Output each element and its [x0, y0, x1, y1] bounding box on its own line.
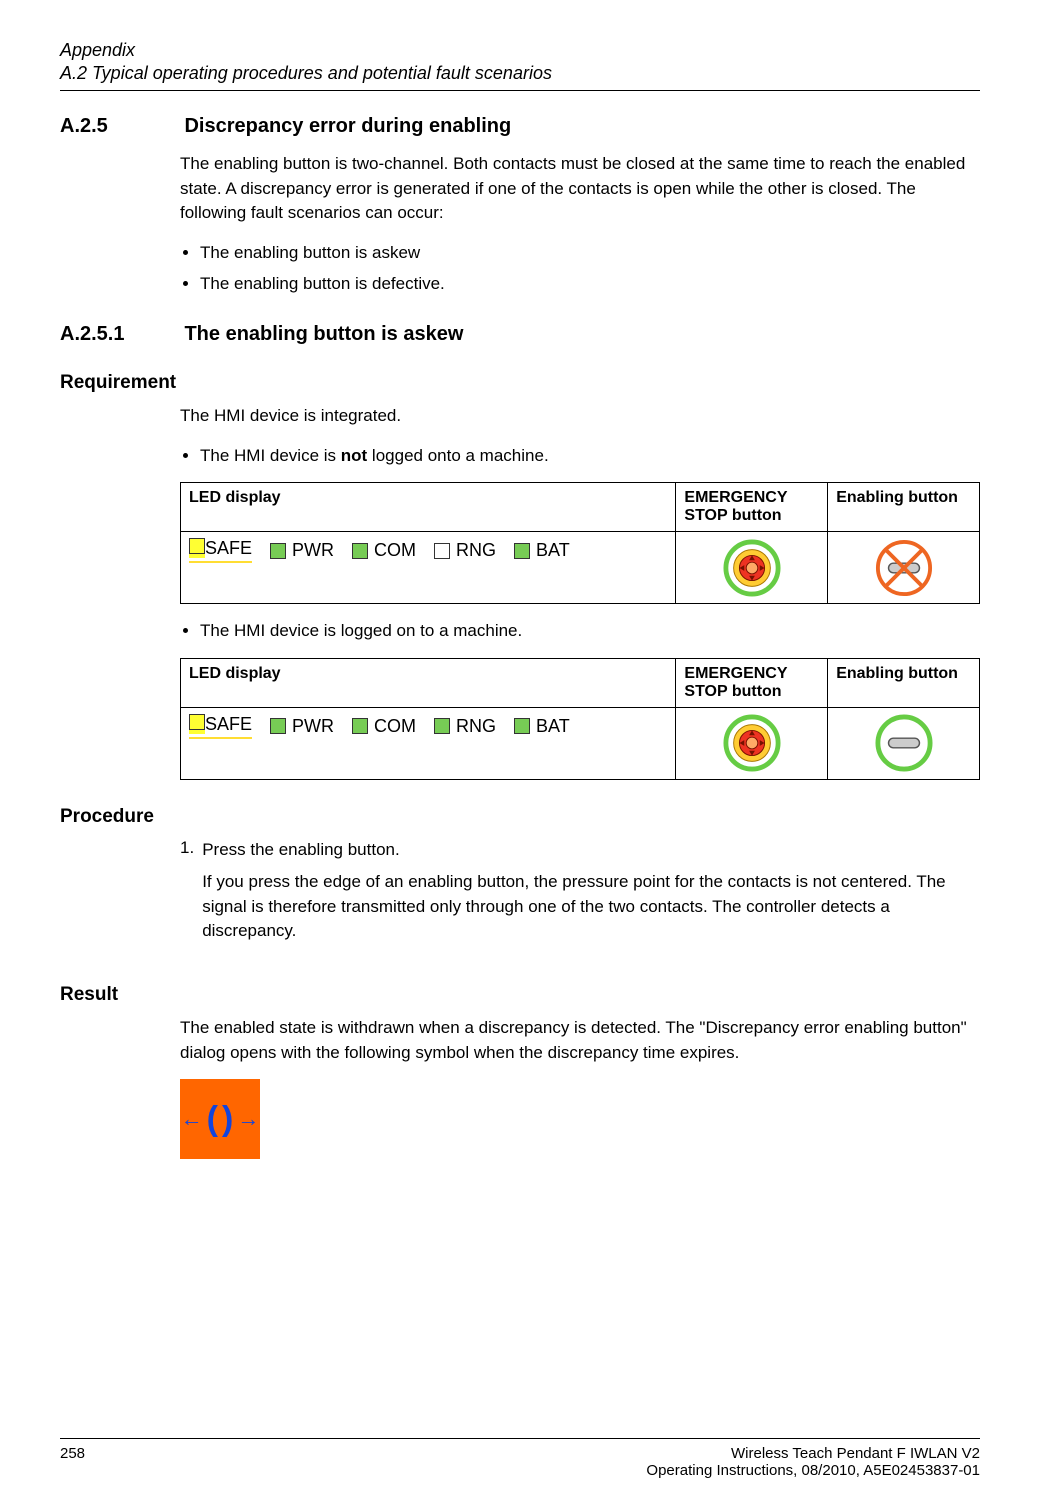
footer-doc-info: Operating Instructions, 08/2010, A5E0245… — [646, 1462, 980, 1479]
table-row: LED display EMERGENCY STOP button Enabli… — [181, 483, 980, 532]
led-rng: RNG — [434, 716, 496, 737]
led-box-icon — [514, 543, 530, 559]
enable-cell — [828, 532, 980, 604]
requirement-list: The HMI device is not logged onto a mach… — [200, 443, 980, 469]
header-section-path: A.2 Typical operating procedures and pot… — [60, 63, 980, 84]
result-heading: Result — [60, 984, 980, 1006]
enable-active-icon — [875, 714, 933, 772]
procedure-heading: Procedure — [60, 806, 980, 828]
led-box-icon — [352, 543, 368, 559]
led-label: RNG — [456, 716, 496, 737]
led-box-icon — [434, 543, 450, 559]
table-row: SAFE PWR COM RNG BAT — [181, 707, 980, 779]
led-pwr: PWR — [270, 540, 334, 561]
procedure-step: 1. Press the enabling button. If you pre… — [180, 838, 980, 959]
led-row: SAFE PWR COM RNG BAT — [189, 714, 667, 739]
led-label: COM — [374, 716, 416, 737]
led-rng: RNG — [434, 540, 496, 561]
header-chapter: Appendix — [60, 40, 980, 61]
requirement-heading: Requirement — [60, 372, 980, 394]
step-title: Press the enabling button. — [202, 838, 980, 863]
subsection-number: A.2.5.1 — [60, 323, 180, 346]
step-detail: If you press the edge of an enabling but… — [202, 870, 980, 944]
bracket-right-icon: ) — [222, 1100, 233, 1139]
table-row: SAFE PWR COM RNG BAT — [181, 532, 980, 604]
led-table-not-logged: LED display EMERGENCY STOP button Enabli… — [180, 482, 980, 604]
led-com: COM — [352, 540, 416, 561]
subsection-title: The enabling button is askew — [184, 323, 463, 345]
led-label: COM — [374, 540, 416, 561]
arrow-right-icon: → — [237, 1106, 259, 1132]
led-bat: BAT — [514, 540, 570, 561]
section-number: A.2.5 — [60, 115, 180, 138]
led-bat: BAT — [514, 716, 570, 737]
led-label: RNG — [456, 540, 496, 561]
requirement-list-2: The HMI device is logged on to a machine… — [200, 618, 980, 644]
arrow-left-icon: ← — [181, 1106, 203, 1132]
th-enable: Enabling button — [828, 483, 980, 532]
led-safe: SAFE — [189, 714, 252, 739]
section-title: Discrepancy error during enabling — [184, 115, 511, 137]
led-box-icon — [189, 714, 205, 730]
req-b1-post: logged onto a machine. — [367, 446, 548, 465]
estop-cell — [676, 532, 828, 604]
led-label: BAT — [536, 540, 570, 561]
page-header: Appendix A.2 Typical operating procedure… — [60, 40, 980, 91]
led-box-icon — [434, 718, 450, 734]
led-box-icon — [189, 538, 205, 554]
led-table-logged: LED display EMERGENCY STOP button Enabli… — [180, 658, 980, 780]
led-label: SAFE — [205, 538, 252, 558]
th-led: LED display — [181, 658, 676, 707]
led-safe: SAFE — [189, 538, 252, 563]
section-a25-body: The enabling button is two-channel. Both… — [180, 152, 980, 297]
result-text: The enabled state is withdrawn when a di… — [180, 1016, 980, 1065]
led-com: COM — [352, 716, 416, 737]
footer-page-number: 258 — [60, 1445, 85, 1479]
step-content: Press the enabling button. If you press … — [202, 838, 980, 959]
th-enable: Enabling button — [828, 658, 980, 707]
led-box-icon — [270, 718, 286, 734]
enable-disabled-icon — [875, 539, 933, 597]
footer-doc-title: Wireless Teach Pendant F IWLAN V2 — [646, 1445, 980, 1462]
requirement-intro: The HMI device is integrated. — [180, 404, 980, 429]
led-display-cell: SAFE PWR COM RNG BAT — [181, 707, 676, 779]
step-number: 1. — [180, 838, 194, 959]
th-led: LED display — [181, 483, 676, 532]
th-estop: EMERGENCY STOP button — [676, 658, 828, 707]
section-a25: A.2.5 Discrepancy error during enabling — [60, 115, 980, 138]
req-b1-bold: not — [341, 446, 367, 465]
led-label: SAFE — [205, 714, 252, 734]
led-box-icon — [270, 543, 286, 559]
table-row: LED display EMERGENCY STOP button Enabli… — [181, 658, 980, 707]
led-label: PWR — [292, 540, 334, 561]
estop-cell — [676, 707, 828, 779]
page-footer: 258 Wireless Teach Pendant F IWLAN V2 Op… — [60, 1438, 980, 1479]
intro-paragraph: The enabling button is two-channel. Both… — [180, 152, 980, 226]
header-rule — [60, 90, 980, 91]
list-item: The enabling button is askew — [200, 240, 980, 266]
req-b1-pre: The HMI device is — [200, 446, 341, 465]
led-label: PWR — [292, 716, 334, 737]
list-item: The HMI device is logged on to a machine… — [200, 618, 980, 644]
led-row: SAFE PWR COM RNG BAT — [189, 538, 667, 563]
th-estop: EMERGENCY STOP button — [676, 483, 828, 532]
bracket-left-icon: ( — [207, 1100, 218, 1139]
list-item: The enabling button is defective. — [200, 271, 980, 297]
led-label: BAT — [536, 716, 570, 737]
estop-active-icon — [723, 714, 781, 772]
led-box-icon — [352, 718, 368, 734]
enable-cell — [828, 707, 980, 779]
fault-list: The enabling button is askew The enablin… — [200, 240, 980, 297]
led-display-cell: SAFE PWR COM RNG BAT — [181, 532, 676, 604]
result-body: The enabled state is withdrawn when a di… — [180, 1016, 980, 1159]
section-a251: A.2.5.1 The enabling button is askew — [60, 323, 980, 346]
discrepancy-error-icon: ← ( ) → — [180, 1079, 260, 1159]
procedure-body: 1. Press the enabling button. If you pre… — [180, 838, 980, 959]
list-item: The HMI device is not logged onto a mach… — [200, 443, 980, 469]
led-box-icon — [514, 718, 530, 734]
estop-active-icon — [723, 539, 781, 597]
led-pwr: PWR — [270, 716, 334, 737]
footer-right: Wireless Teach Pendant F IWLAN V2 Operat… — [646, 1445, 980, 1479]
requirement-body: The HMI device is integrated. The HMI de… — [180, 404, 980, 780]
